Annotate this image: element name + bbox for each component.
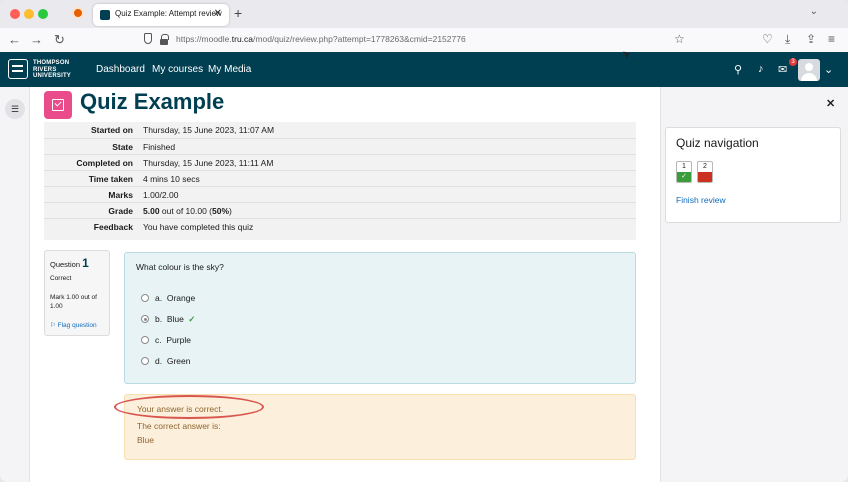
question-state: Correct — [50, 275, 72, 282]
radio-button — [141, 336, 149, 344]
pocket-icon[interactable]: ♡ — [762, 32, 773, 46]
radio-button-selected — [141, 315, 149, 323]
quiz-icon — [44, 91, 72, 119]
maximize-window-button[interactable] — [38, 9, 48, 19]
site-header: THOMPSON RIVERS UNIVERSITY Dashboard My … — [0, 52, 848, 87]
downloads-icon[interactable]: ⤓ — [785, 32, 790, 47]
back-icon[interactable]: ← — [8, 32, 21, 47]
radio-button — [141, 294, 149, 302]
attempt-summary-table: Started on Thursday, 15 June 2023, 11:07… — [44, 122, 636, 240]
firefox-view-icon[interactable] — [72, 7, 84, 19]
feedback-right-answer-label: The correct answer is: — [137, 421, 221, 431]
close-window-button[interactable] — [10, 9, 20, 19]
share-icon[interactable]: ⇪ — [806, 32, 816, 46]
question-text: What colour is the sky? — [136, 262, 224, 272]
summary-row: State Finished — [44, 138, 636, 154]
summary-row: Feedback You have completed this quiz — [44, 218, 636, 234]
correct-check-icon: ✓ — [185, 314, 196, 324]
quiz-navigation-title: Quiz navigation — [676, 136, 759, 150]
incorrect-status-icon — [698, 172, 712, 182]
question-mark: Mark 1.00 out of 1.00 — [50, 294, 97, 310]
annotation-ellipse — [114, 395, 264, 419]
notifications-bell-icon[interactable]: ♪ — [758, 63, 764, 75]
close-icon[interactable]: ✕ — [826, 97, 835, 110]
forward-icon[interactable]: → — [30, 32, 43, 47]
flag-question-link[interactable]: ⚐ Flag question — [50, 321, 97, 329]
answer-option: d. Green — [141, 356, 190, 366]
tru-shield-icon — [8, 59, 28, 79]
question-info-box: Question 1 Correct Mark 1.00 out of 1.00… — [44, 250, 110, 336]
avatar[interactable] — [798, 59, 820, 81]
summary-row: Started on Thursday, 15 June 2023, 11:07… — [90, 125, 275, 135]
flag-icon: ⚐ — [50, 322, 56, 329]
browser-window: Quiz Example: Attempt review ✕ + ⌄ ← → ↻… — [0, 0, 848, 482]
finish-review-link[interactable]: Finish review — [676, 195, 726, 205]
radio-button — [141, 357, 149, 365]
answer-option: a. Orange — [141, 293, 195, 303]
feedback-right-answer: Blue — [137, 435, 155, 445]
tru-logo[interactable]: THOMPSON RIVERS UNIVERSITY — [8, 58, 88, 82]
question-number: Question 1 — [50, 256, 89, 270]
tab-bar: Quiz Example: Attempt review ✕ + ⌄ — [0, 0, 848, 28]
chevron-down-icon[interactable]: ⌄ — [824, 63, 833, 76]
tab-title: Quiz Example: Attempt review — [115, 9, 222, 18]
tru-favicon-icon — [100, 10, 110, 20]
messages-icon[interactable]: ✉ — [778, 63, 787, 76]
summary-row: Time taken 4 mins 10 secs — [44, 170, 636, 186]
page-content: ☰ Quiz Example Started on Thursday, 15 J… — [0, 87, 848, 482]
quiz-navigation-block: Quiz navigation 1 ✓ 2 Finish review — [665, 127, 841, 223]
nav-dashboard[interactable]: Dashboard — [96, 64, 145, 75]
notification-count-badge: 3 — [789, 58, 797, 66]
nav-my-media[interactable]: My Media — [208, 64, 251, 75]
bookmark-star-icon[interactable]: ☆ — [674, 32, 685, 46]
summary-row: Marks 1.00/2.00 — [44, 186, 636, 202]
question-content: What colour is the sky? a. Orange b. Blu… — [124, 252, 636, 384]
correct-check-icon: ✓ — [677, 172, 691, 182]
page-title: Quiz Example — [80, 89, 225, 114]
close-icon[interactable]: ✕ — [214, 8, 222, 19]
summary-row: Grade 5.00 out of 10.00 (50%) — [44, 202, 636, 218]
minimize-window-button[interactable] — [24, 9, 34, 19]
course-index-toggle-icon[interactable]: ☰ — [5, 99, 25, 119]
tab-quiz-review[interactable]: Quiz Example: Attempt review ✕ — [93, 4, 229, 26]
question-2-nav-button[interactable]: 2 — [697, 161, 713, 183]
left-drawer: ☰ — [0, 87, 30, 482]
nav-my-courses[interactable]: My courses — [152, 64, 203, 75]
shield-icon[interactable] — [144, 33, 152, 44]
search-icon[interactable]: ⚲ — [734, 63, 742, 76]
summary-row: Completed on Thursday, 15 June 2023, 11:… — [44, 154, 636, 170]
lock-icon[interactable] — [160, 34, 169, 45]
answer-option: c. Purple — [141, 335, 191, 345]
reload-icon[interactable]: ↻ — [54, 32, 65, 48]
chevron-down-icon[interactable]: ⌄ — [810, 6, 818, 17]
menu-icon[interactable]: ≡ — [828, 32, 835, 46]
navigation-bar: ← → ↻ https://moodle.tru.ca/mod/quiz/rev… — [0, 28, 848, 52]
mouse-cursor-icon — [625, 50, 633, 60]
url-bar[interactable]: https://moodle.tru.ca/mod/quiz/review.ph… — [136, 31, 656, 49]
url-text[interactable]: https://moodle.tru.ca/mod/quiz/review.ph… — [176, 34, 466, 44]
new-tab-icon[interactable]: + — [234, 5, 242, 21]
answer-option: b. Blue ✓ — [141, 314, 195, 325]
question-1-nav-button[interactable]: 1 ✓ — [676, 161, 692, 183]
